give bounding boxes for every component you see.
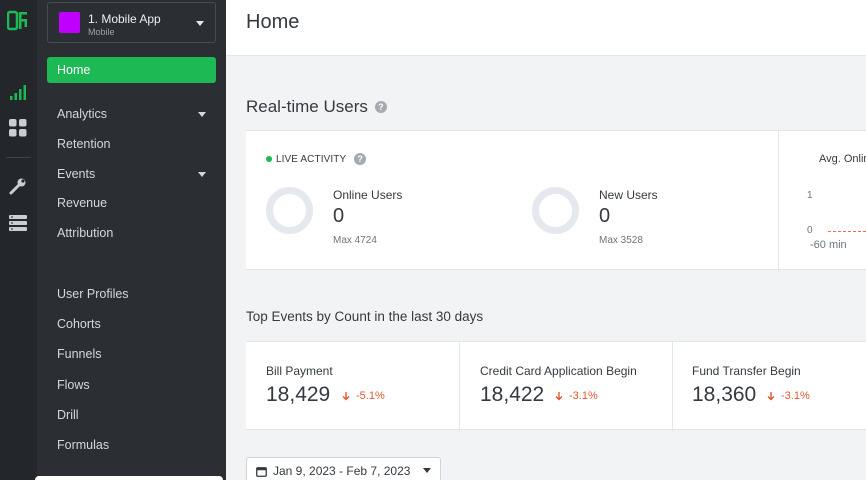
arrow-down-icon — [765, 390, 777, 402]
sidebar-item-label: Home — [57, 63, 91, 77]
online-users-label: Online Users — [333, 188, 403, 202]
app-color-swatch — [59, 12, 80, 33]
sidebar-item-home[interactable]: Home — [47, 57, 216, 83]
date-range-picker[interactable]: Jan 9, 2023 - Feb 7, 2023 — [246, 457, 441, 480]
event-count: 18,360 — [692, 383, 757, 406]
sidebar-item-label: Flows — [57, 378, 90, 392]
sidebar-item-flows[interactable]: Flows — [47, 372, 216, 398]
sidebar-item-funnels[interactable]: Funnels — [47, 341, 216, 367]
top-events-card: Bill Payment 18,429 -5.1% Credit Card Ap… — [246, 341, 866, 431]
help-icon[interactable]: ? — [354, 153, 367, 165]
sidebar-item-analytics[interactable]: Analytics — [47, 101, 216, 127]
event-item[interactable]: Bill Payment 18,429 -5.1% — [246, 342, 459, 431]
online-users-ring — [266, 187, 313, 234]
live-activity-label: LIVE ACTIVITY — [276, 153, 347, 165]
app-platform: Mobile — [88, 27, 115, 37]
icon-rail — [0, 0, 37, 480]
card-divider — [778, 131, 779, 271]
sidebar-item-label: Cohorts — [57, 317, 101, 331]
sidebar-item-label: Analytics — [57, 107, 108, 121]
avg-online-line — [828, 231, 866, 232]
event-name: Credit Card Application Begin — [480, 364, 637, 378]
online-users-value: 0 — [333, 205, 345, 227]
sidebar-item-label: Events — [57, 167, 96, 181]
event-item[interactable]: Fund Transfer Begin 18,360 -3.1% — [672, 342, 866, 431]
calendar-icon — [256, 466, 267, 477]
event-change-value: -5.1% — [356, 390, 385, 402]
app-selector[interactable]: 1. Mobile App Mobile — [47, 2, 216, 43]
event-change: -3.1% — [553, 390, 598, 402]
sidebar-item-revenue[interactable]: Revenue — [47, 190, 216, 216]
event-count: 18,422 — [480, 383, 545, 406]
bar-chart-icon[interactable] — [8, 82, 28, 102]
event-change: -3.1% — [765, 390, 810, 402]
chevron-down-icon — [198, 172, 206, 177]
event-name: Fund Transfer Begin — [692, 364, 801, 378]
sidebar-footer-panel — [35, 476, 223, 480]
event-change-value: -3.1% — [781, 390, 810, 402]
sidebar: 1. Mobile App Mobile Home Analytics Rete… — [37, 0, 226, 480]
app-name: 1. Mobile App — [88, 12, 161, 26]
y-axis-tick: 1 — [807, 190, 813, 201]
page-title: Home — [246, 11, 300, 33]
y-axis-tick: 0 — [807, 225, 813, 236]
event-item[interactable]: Credit Card Application Begin 18,422 -3.… — [459, 342, 672, 431]
rail-divider — [6, 157, 31, 158]
event-change-value: -3.1% — [569, 390, 598, 402]
chevron-down-icon — [196, 21, 204, 26]
wrench-icon[interactable] — [8, 176, 28, 196]
sidebar-item-label: Attribution — [57, 226, 114, 240]
sidebar-item-cohorts[interactable]: Cohorts — [47, 311, 216, 337]
help-icon[interactable]: ? — [374, 101, 387, 113]
sidebar-item-drill[interactable]: Drill — [47, 402, 216, 428]
live-dot-icon — [266, 156, 272, 162]
top-bar: Home — [226, 0, 866, 56]
arrow-down-icon — [553, 390, 565, 402]
new-users-ring — [532, 187, 579, 234]
sidebar-item-user-profiles[interactable]: User Profiles — [47, 281, 216, 307]
realtime-section-title: Real-time Users ? — [246, 97, 387, 117]
chevron-down-icon — [198, 112, 206, 117]
realtime-card: LIVE ACTIVITY ? Online Users 0 Max 4724 … — [246, 130, 866, 271]
sidebar-item-events[interactable]: Events — [47, 161, 216, 187]
sidebar-item-label: Drill — [57, 408, 79, 422]
event-name: Bill Payment — [266, 364, 333, 378]
logo-icon[interactable] — [6, 10, 29, 32]
sidebar-item-label: Retention — [57, 137, 111, 151]
dashboard-grid-icon[interactable] — [8, 118, 28, 138]
main-content: Home Real-time Users ? LIVE ACTIVITY ? O… — [226, 0, 866, 480]
new-users-label: New Users — [599, 188, 658, 202]
live-activity-indicator: LIVE ACTIVITY ? — [266, 153, 367, 165]
sidebar-item-attribution[interactable]: Attribution — [47, 220, 216, 246]
sidebar-item-formulas[interactable]: Formulas — [47, 432, 216, 458]
sidebar-item-label: Revenue — [57, 196, 108, 210]
arrow-down-icon — [340, 390, 352, 402]
date-range-label: Jan 9, 2023 - Feb 7, 2023 — [273, 464, 411, 478]
realtime-title: Real-time Users — [246, 97, 368, 116]
database-icon[interactable] — [8, 213, 28, 233]
sidebar-item-retention[interactable]: Retention — [47, 131, 216, 157]
new-users-max: Max 3528 — [599, 235, 643, 246]
chevron-down-icon — [423, 468, 431, 473]
event-count: 18,429 — [266, 383, 331, 406]
online-users-max: Max 4724 — [333, 235, 377, 246]
sidebar-item-label: Funnels — [57, 347, 102, 361]
x-axis-start: -60 min — [810, 239, 847, 251]
top-events-title: Top Events by Count in the last 30 days — [246, 309, 484, 324]
new-users-value: 0 — [599, 205, 611, 227]
sidebar-item-label: Formulas — [57, 438, 110, 452]
sidebar-item-label: User Profiles — [57, 287, 129, 301]
avg-online-title: Avg. Online U — [819, 153, 866, 165]
event-change: -5.1% — [340, 390, 385, 402]
